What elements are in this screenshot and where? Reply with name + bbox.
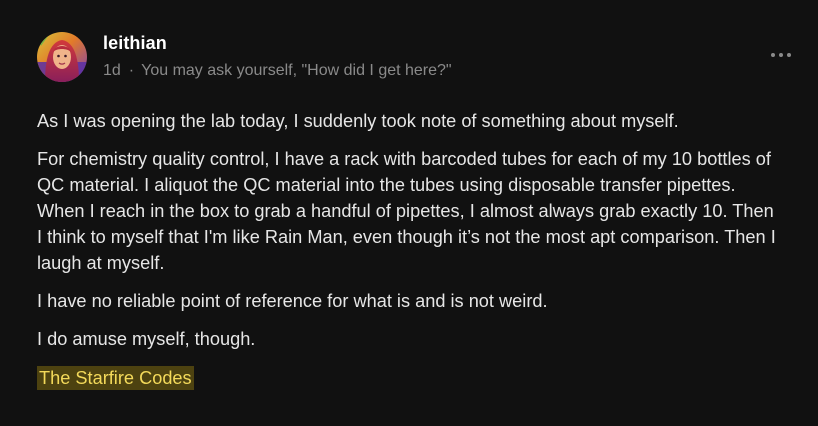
post-card: leithian 1d · You may ask yourself, "How d…	[0, 0, 818, 426]
paragraph: I have no reliable point of reference fo…	[37, 291, 548, 311]
paragraph: For chemistry quality control, I have a …	[37, 149, 776, 273]
paragraph: I do amuse myself, though.	[37, 329, 256, 349]
avatar-image	[37, 32, 87, 82]
meta-separator: ·	[128, 62, 135, 79]
author-tagline: You may ask yourself, "How did I get her…	[141, 62, 452, 79]
ellipsis-icon[interactable]	[769, 48, 793, 62]
post-meta: 1d · You may ask yourself, "How did I get …	[103, 62, 452, 80]
author-name[interactable]: leithian	[103, 33, 167, 54]
post-body: As I was opening the lab today, I sudden…	[37, 108, 777, 391]
signature-link[interactable]: The Starfire Codes	[37, 366, 194, 390]
avatar[interactable]	[37, 32, 87, 82]
paragraph: As I was opening the lab today, I sudden…	[37, 111, 679, 131]
post-age[interactable]: 1d	[103, 62, 121, 79]
